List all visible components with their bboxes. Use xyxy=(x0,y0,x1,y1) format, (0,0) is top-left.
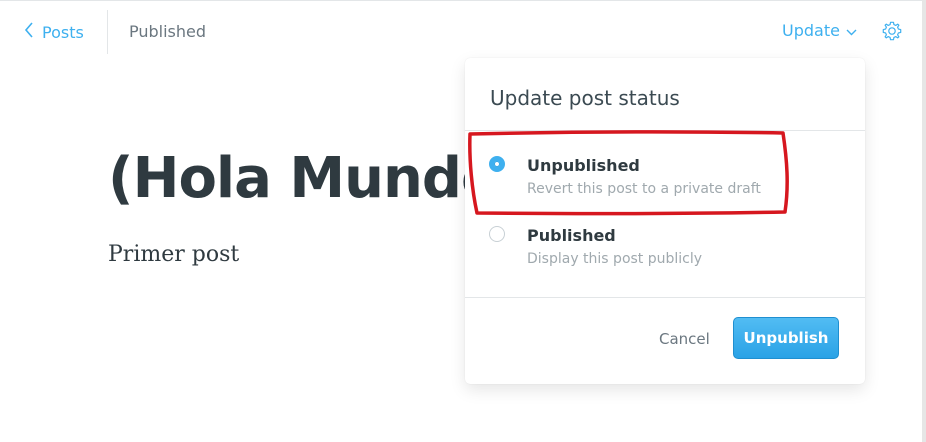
option-label: Unpublished xyxy=(527,156,640,175)
post-body[interactable]: Primer post xyxy=(108,242,239,267)
unpublish-button[interactable]: Unpublish xyxy=(733,317,839,359)
option-unpublished[interactable]: Unpublished Revert this post to a privat… xyxy=(487,156,847,206)
update-button[interactable]: Update xyxy=(782,21,857,40)
popover-divider xyxy=(465,130,865,131)
radio-unpublished[interactable] xyxy=(489,156,505,172)
popover-title: Update post status xyxy=(490,86,680,110)
option-label: Published xyxy=(527,226,616,245)
top-border xyxy=(0,0,926,1)
option-description: Revert this post to a private draft xyxy=(527,181,761,197)
chevron-left-icon xyxy=(24,22,34,42)
gear-icon[interactable] xyxy=(881,20,903,42)
radio-published[interactable] xyxy=(489,226,505,242)
update-status-popover: Update post status Unpublished Revert th… xyxy=(465,58,865,384)
option-published[interactable]: Published Display this post publicly xyxy=(487,226,847,276)
post-status-label: Published xyxy=(129,22,207,41)
scrollbar[interactable] xyxy=(922,0,926,442)
chevron-down-icon xyxy=(846,21,857,40)
popover-divider xyxy=(465,297,865,298)
update-button-label: Update xyxy=(782,21,840,40)
back-to-posts-link[interactable]: Posts xyxy=(24,20,84,44)
header-divider xyxy=(107,10,108,54)
cancel-button[interactable]: Cancel xyxy=(659,330,710,348)
back-link-label: Posts xyxy=(42,22,84,42)
option-description: Display this post publicly xyxy=(527,251,703,267)
post-title[interactable]: (Hola Mundo xyxy=(108,146,499,211)
